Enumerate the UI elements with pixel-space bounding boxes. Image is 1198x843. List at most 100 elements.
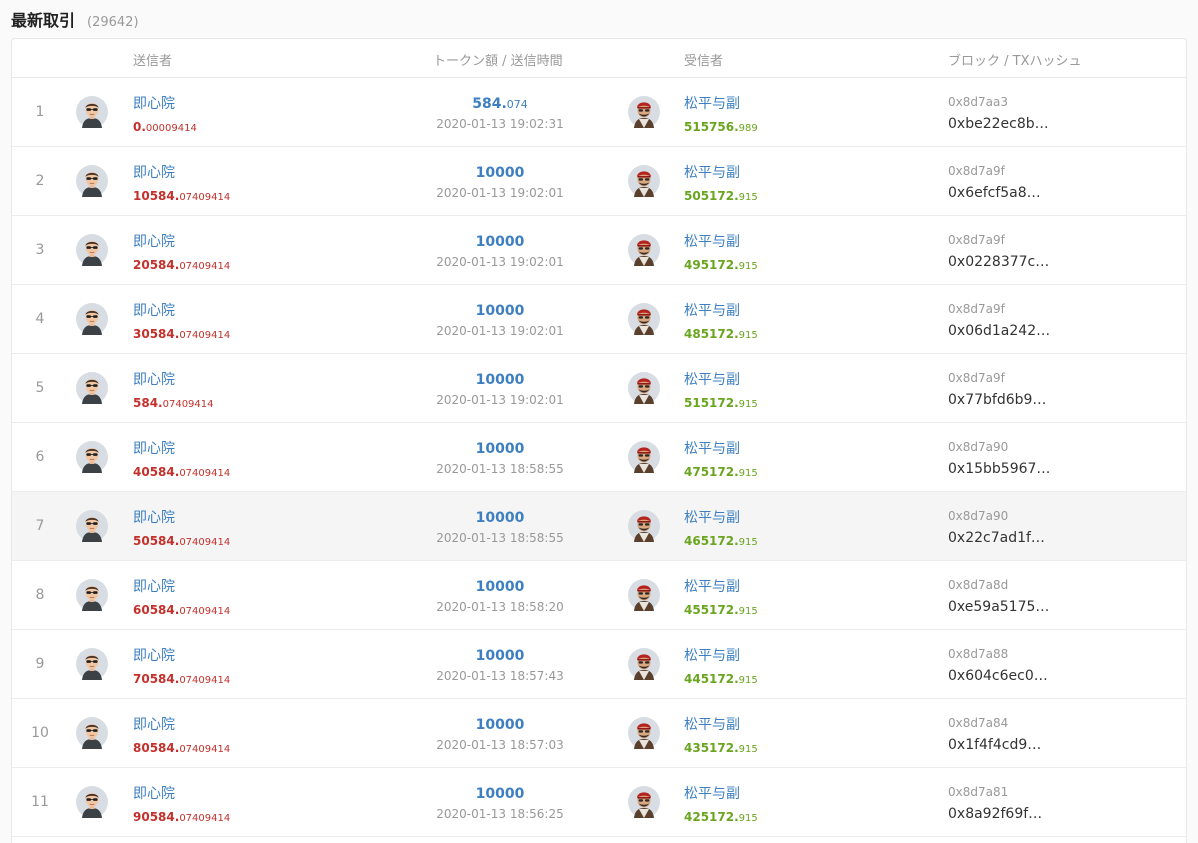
table-row: 1 即心院 0.00009414 584.074 2020-01-13 19:0… xyxy=(12,78,1186,147)
receiver-name-link[interactable]: 松平与副 xyxy=(684,300,740,320)
receiver-name-link[interactable]: 松平与副 xyxy=(684,438,740,458)
column-header-receiver: 受信者 xyxy=(684,54,724,69)
block-number-link[interactable]: 0x8d7a88 xyxy=(948,647,1008,661)
block-number-link[interactable]: 0x8d7a90 xyxy=(948,509,1008,523)
send-time: 2020-01-13 19:02:01 xyxy=(436,186,564,200)
send-time: 2020-01-13 18:58:55 xyxy=(436,531,564,545)
sender-avatar-icon[interactable] xyxy=(76,579,108,611)
block-number-link[interactable]: 0x8d7a9f xyxy=(948,302,1005,316)
sender-name-link[interactable]: 即心院 xyxy=(133,576,175,596)
sender-name-link[interactable]: 即心院 xyxy=(133,369,175,389)
sender-avatar-icon[interactable] xyxy=(76,303,108,335)
receiver-name-link[interactable]: 松平与副 xyxy=(684,783,740,803)
receiver-balance: 435172.915 xyxy=(684,741,758,755)
sender-avatar-icon[interactable] xyxy=(76,786,108,818)
table-row: 10 即心院 80584.07409414 10000 2020-01-13 1… xyxy=(12,699,1186,768)
column-header-amount-time: トークン額 / 送信時間 xyxy=(433,54,563,69)
receiver-avatar-icon[interactable] xyxy=(628,303,660,335)
receiver-avatar-icon[interactable] xyxy=(628,648,660,680)
block-number-link[interactable]: 0x8d7a84 xyxy=(948,716,1008,730)
receiver-avatar-icon[interactable] xyxy=(628,234,660,266)
tx-hash-link[interactable]: 0x604c6ec0… xyxy=(948,668,1048,684)
tx-hash-link[interactable]: 0x8a92f69f… xyxy=(948,806,1042,822)
block-number-link[interactable]: 0x8d7a8d xyxy=(948,578,1008,592)
tx-hash-link[interactable]: 0x6efcf5a8… xyxy=(948,185,1041,201)
tx-hash-link[interactable]: 0xe59a5175… xyxy=(948,599,1049,615)
block-number-link[interactable]: 0x8d7a9f xyxy=(948,164,1005,178)
sender-name-link[interactable]: 即心院 xyxy=(133,162,175,182)
sender-balance: 80584.07409414 xyxy=(133,741,231,755)
row-index: 8 xyxy=(35,587,45,603)
sender-name-link[interactable]: 即心院 xyxy=(133,645,175,665)
sender-name-link[interactable]: 即心院 xyxy=(133,300,175,320)
receiver-avatar-icon[interactable] xyxy=(628,165,660,197)
table-row: 3 即心院 20584.07409414 10000 2020-01-13 19… xyxy=(12,216,1186,285)
sender-avatar-icon[interactable] xyxy=(76,96,108,128)
sender-avatar-icon[interactable] xyxy=(76,441,108,473)
tx-hash-link[interactable]: 0x22c7ad1f… xyxy=(948,530,1045,546)
sender-avatar-icon[interactable] xyxy=(76,717,108,749)
transactions-table: 送信者 トークン額 / 送信時間 受信者 ブロック / TXハッシュ 1 即心院… xyxy=(11,38,1187,843)
block-number-link[interactable]: 0x8d7aa3 xyxy=(948,95,1008,109)
token-amount: 10000 xyxy=(475,441,525,457)
receiver-name-link[interactable]: 松平与副 xyxy=(684,231,740,251)
sender-avatar-icon[interactable] xyxy=(76,648,108,680)
sender-avatar-icon[interactable] xyxy=(76,372,108,404)
receiver-balance: 465172.915 xyxy=(684,534,758,548)
block-number-link[interactable]: 0x8d7a9f xyxy=(948,233,1005,247)
sender-name-link[interactable]: 即心院 xyxy=(133,93,175,113)
column-header-sender: 送信者 xyxy=(133,54,173,69)
sender-avatar-icon[interactable] xyxy=(76,510,108,542)
sender-name-link[interactable]: 即心院 xyxy=(133,507,175,527)
receiver-balance: 495172.915 xyxy=(684,258,758,272)
sender-balance: 0.00009414 xyxy=(133,120,197,134)
transactions-page: 最新取引 (29642) 送信者 トークン額 / 送信時間 受信者 ブロック /… xyxy=(0,0,1198,843)
receiver-avatar-icon[interactable] xyxy=(628,717,660,749)
tx-hash-link[interactable]: 0xbe22ec8b… xyxy=(948,116,1049,132)
token-amount: 10000 xyxy=(475,303,525,319)
receiver-name-link[interactable]: 松平与副 xyxy=(684,645,740,665)
receiver-avatar-icon[interactable] xyxy=(628,441,660,473)
sender-name-link[interactable]: 即心院 xyxy=(133,783,175,803)
receiver-avatar-icon[interactable] xyxy=(628,372,660,404)
sender-balance: 90584.07409414 xyxy=(133,810,231,824)
sender-balance: 10584.07409414 xyxy=(133,189,231,203)
token-amount: 10000 xyxy=(475,510,525,526)
receiver-balance: 515172.915 xyxy=(684,396,758,410)
table-row: 11 即心院 90584.07409414 10000 2020-01-13 1… xyxy=(12,768,1186,837)
tx-hash-link[interactable]: 0x06d1a242… xyxy=(948,323,1050,339)
sender-avatar-icon[interactable] xyxy=(76,165,108,197)
row-index: 7 xyxy=(35,518,45,534)
sender-balance: 584.07409414 xyxy=(133,396,214,410)
receiver-balance: 485172.915 xyxy=(684,327,758,341)
table-row: 6 即心院 40584.07409414 10000 2020-01-13 18… xyxy=(12,423,1186,492)
receiver-name-link[interactable]: 松平与副 xyxy=(684,507,740,527)
block-number-link[interactable]: 0x8d7a9f xyxy=(948,371,1005,385)
receiver-name-link[interactable]: 松平与副 xyxy=(684,576,740,596)
receiver-avatar-icon[interactable] xyxy=(628,96,660,128)
sender-name-link[interactable]: 即心院 xyxy=(133,438,175,458)
send-time: 2020-01-13 19:02:31 xyxy=(436,117,564,131)
receiver-avatar-icon[interactable] xyxy=(628,786,660,818)
sender-name-link[interactable]: 即心院 xyxy=(133,714,175,734)
receiver-avatar-icon[interactable] xyxy=(628,579,660,611)
tx-hash-link[interactable]: 0x1f4f4cd9… xyxy=(948,737,1041,753)
row-index: 1 xyxy=(35,104,45,120)
block-number-link[interactable]: 0x8d7a81 xyxy=(948,785,1008,799)
receiver-name-link[interactable]: 松平与副 xyxy=(684,93,740,113)
tx-hash-link[interactable]: 0x15bb5967… xyxy=(948,461,1050,477)
send-time: 2020-01-13 19:02:01 xyxy=(436,324,564,338)
token-amount: 10000 xyxy=(475,717,525,733)
sender-name-link[interactable]: 即心院 xyxy=(133,231,175,251)
receiver-avatar-icon[interactable] xyxy=(628,510,660,542)
sender-avatar-icon[interactable] xyxy=(76,234,108,266)
token-amount: 10000 xyxy=(475,372,525,388)
block-number-link[interactable]: 0x8d7a90 xyxy=(948,440,1008,454)
receiver-name-link[interactable]: 松平与副 xyxy=(684,369,740,389)
tx-hash-link[interactable]: 0x77bfd6b9… xyxy=(948,392,1046,408)
receiver-name-link[interactable]: 松平与副 xyxy=(684,162,740,182)
sender-balance: 40584.07409414 xyxy=(133,465,231,479)
sender-balance: 20584.07409414 xyxy=(133,258,231,272)
tx-hash-link[interactable]: 0x0228377c… xyxy=(948,254,1049,270)
receiver-name-link[interactable]: 松平与副 xyxy=(684,714,740,734)
